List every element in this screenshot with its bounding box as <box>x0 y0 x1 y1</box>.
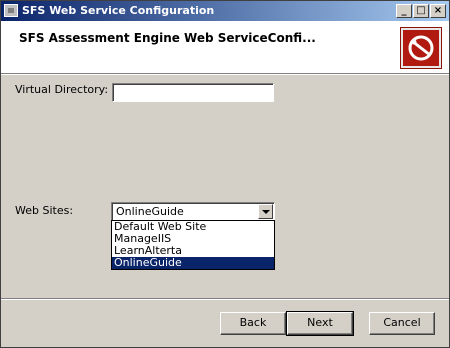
minimize-button[interactable]: _ <box>396 4 412 18</box>
web-sites-dropdown-list: Default Web Site ManageIIS LearnAlterta … <box>111 220 275 270</box>
chevron-down-icon[interactable] <box>258 204 273 219</box>
virtual-directory-input[interactable] <box>112 83 274 102</box>
footer-divider <box>1 298 449 300</box>
maximize-button[interactable]: □ <box>413 4 429 18</box>
next-button[interactable]: Next <box>286 311 354 336</box>
header-divider <box>1 73 449 75</box>
page-title: SFS Assessment Engine Web ServiceConfi..… <box>19 31 316 45</box>
window-title: SFS Web Service Configuration <box>22 4 215 17</box>
virtual-directory-label: Virtual Directory: <box>15 83 109 96</box>
wizard-header: SFS Assessment Engine Web ServiceConfi..… <box>1 21 449 73</box>
configuration-dialog: SFS Web Service Configuration _ □ × SFS … <box>0 0 450 348</box>
web-sites-combobox[interactable]: OnlineGuide <box>111 202 275 221</box>
web-sites-label: Web Sites: <box>15 204 74 217</box>
tools-logo-icon <box>400 27 442 69</box>
close-button[interactable]: × <box>430 4 446 18</box>
web-sites-selected-value: OnlineGuide <box>116 205 184 218</box>
app-icon <box>4 4 18 17</box>
title-bar[interactable]: SFS Web Service Configuration _ □ × <box>1 1 449 21</box>
back-button[interactable]: Back <box>220 312 286 335</box>
cancel-button[interactable]: Cancel <box>369 312 435 335</box>
dropdown-option-selected[interactable]: OnlineGuide <box>112 257 274 269</box>
